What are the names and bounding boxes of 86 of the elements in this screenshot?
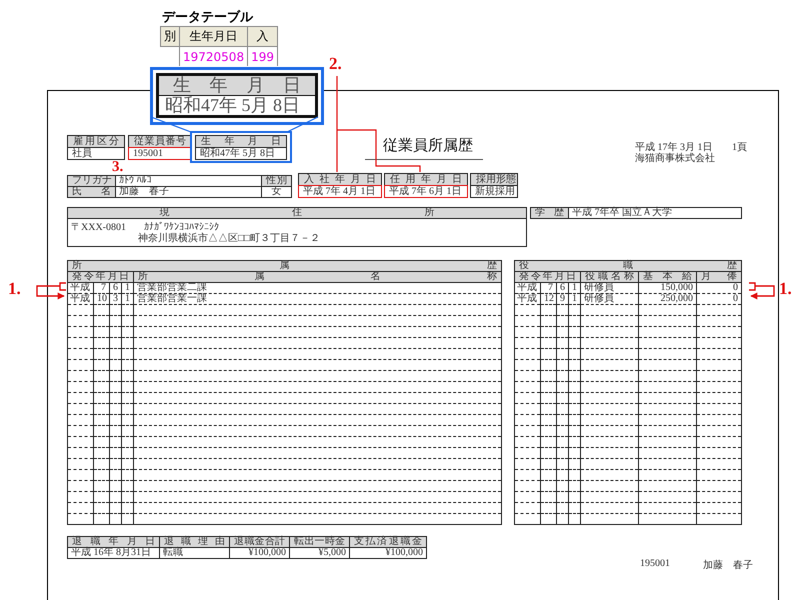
table-cell: ｶﾄｳ ﾊﾙｺ [116, 176, 262, 186]
field-label: 入社年月日 [299, 174, 381, 186]
table-cell: 1 [122, 282, 134, 294]
table-cell: 6 [110, 282, 122, 294]
table-cell: 営業部営業一課 [134, 294, 502, 304]
column-header: フリガナ [68, 176, 116, 186]
field-value: 195001 [129, 148, 191, 159]
column-header: 転出一時金 [290, 536, 350, 548]
table-cell: 7 [94, 282, 110, 294]
field-value: 新規採用 [474, 186, 516, 197]
table-cell: ¥5,000 [290, 548, 350, 558]
table-cell: 営業部営業二課 [134, 282, 502, 294]
table-cell: 9 [556, 294, 568, 304]
column-header: 氏名 [68, 186, 116, 198]
table-cell: 6 [556, 282, 568, 294]
column-header: 学歴 [530, 208, 568, 218]
table-cell: 150,000 [638, 282, 696, 294]
table-cell: 女 [262, 186, 292, 198]
annotation-label: 2. [329, 54, 342, 74]
table-cell: 平成 7年卒 国立Ａ大学 [568, 208, 742, 218]
table-cell: 平成 [68, 294, 94, 304]
employee-number: 195001 [640, 558, 670, 569]
report-title: 従業員所属歴 [383, 136, 473, 155]
table-cell: 平成 [514, 282, 540, 294]
column-header: 生年月日 [180, 26, 248, 46]
column-header: 基本給 [638, 272, 696, 282]
annotation-label: 1. [779, 279, 792, 299]
column-header: 退職理由 [160, 536, 230, 548]
column-header: 入 [248, 26, 278, 46]
address-value: 神奈川県横浜市△△区□□町３丁目７－２ [137, 233, 322, 245]
table-cell: 転職 [160, 548, 230, 558]
table-cell: 加藤 春子 [116, 186, 262, 198]
employee-name: 加藤 春子 [703, 558, 753, 572]
column-header: 発令年月日 [68, 272, 134, 282]
table-cell: 0 [696, 294, 742, 304]
field-label: 雇用区分 [68, 136, 124, 148]
table-cell: 平成 [68, 282, 94, 294]
table-cell: 1 [122, 294, 134, 304]
field-label: 任用年月日 [385, 174, 467, 186]
field-value: 平成 7年 6月 1日 [385, 186, 467, 197]
table-cell: 7 [540, 282, 556, 294]
column-header: 性別 [262, 176, 292, 186]
table-cell: 19720508 [180, 46, 248, 66]
column-header: 役職歴 [514, 260, 742, 272]
table-cell: 研修員 [580, 282, 638, 294]
field-label: 現住所 [160, 208, 434, 218]
table-cell: 0 [696, 282, 742, 294]
field-value: 社員 [71, 148, 93, 159]
annotation-label: 3. [112, 161, 124, 173]
field-label: 採用形態 [471, 174, 517, 186]
column-header: 役職名称 [580, 272, 638, 282]
field-label: 生年月日 [196, 136, 286, 148]
column-header: 所属名称 [134, 272, 502, 282]
table-cell: 平成 16年 8月31日 [68, 548, 160, 558]
postal-code: 〒XXX-0801 [71, 222, 126, 233]
column-header: 別 [160, 26, 180, 46]
table-cell: 3 [110, 294, 122, 304]
annotation-label: 1. [8, 279, 21, 299]
table-title: データテーブル [162, 8, 253, 26]
field-label: 従業員番号 [129, 136, 191, 148]
table-cell: ¥100,000 [230, 548, 290, 558]
field-value: 昭和47年 5月 8日 [164, 96, 301, 115]
bracket-arrow [36, 282, 66, 300]
table-cell: 平成 [514, 294, 540, 304]
report-date: 平成 17年 3月 1日 [635, 140, 712, 153]
address-kana: ｶﾅｶﾞﾜｹﾝﾖｺﾊﾏｼﾆｼｸ [144, 222, 219, 233]
table-cell: ¥100,000 [350, 548, 426, 558]
table-cell: 12 [540, 294, 556, 304]
table-cell: 1 [568, 282, 580, 294]
page-number: 1頁 [732, 141, 747, 154]
table-cell: 10 [94, 294, 110, 304]
table-cell: 研修員 [580, 294, 638, 304]
column-header: 所属歴 [68, 260, 502, 272]
column-header: 月俸 [696, 272, 742, 282]
field-label: 生年月日 [159, 76, 315, 96]
column-header: 退職金合計 [230, 536, 290, 548]
column-header: 退職年月日 [68, 536, 160, 548]
company-name: 海猫商事株式会社 [635, 152, 715, 165]
table-cell: 199 [248, 46, 278, 66]
table-cell: 1 [568, 294, 580, 304]
column-header: 支払済退職金 [350, 536, 426, 548]
bracket-arrow [749, 282, 775, 300]
table-cell: 250,000 [638, 294, 696, 304]
field-value: 平成 7年 4月 1日 [299, 186, 381, 197]
column-header: 発令年月日 [514, 272, 580, 282]
field-value: 昭和47年 5月 8日 [199, 148, 276, 159]
